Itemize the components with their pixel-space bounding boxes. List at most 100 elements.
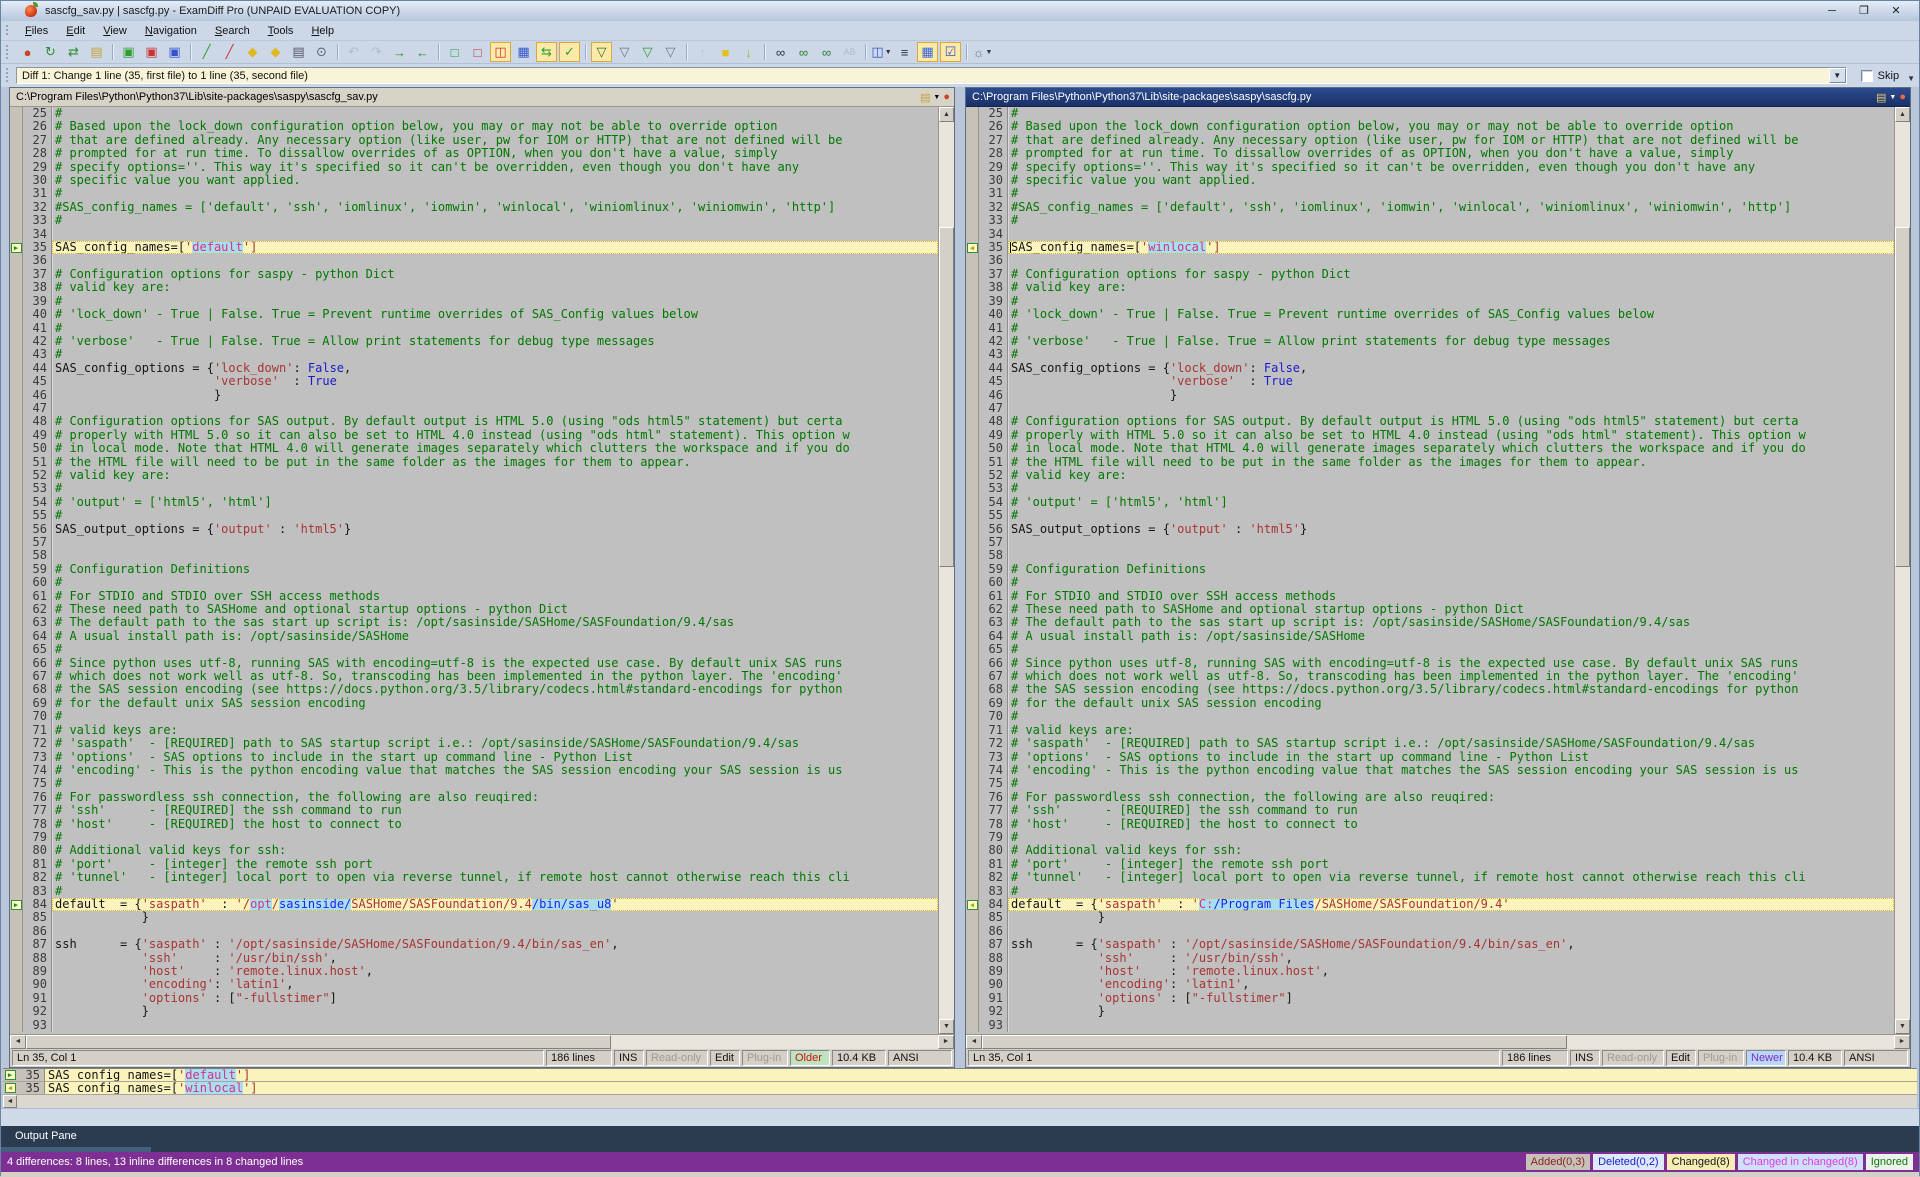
next-diff-button[interactable]: → bbox=[389, 42, 410, 62]
code-line-82[interactable]: 82# 'tunnel' - [integer] local port to o… bbox=[966, 871, 1894, 884]
find-button[interactable]: ∞ bbox=[770, 42, 791, 62]
code-text[interactable]: 'encoding': 'latin1', bbox=[1008, 978, 1894, 991]
code-line-47[interactable]: 47 bbox=[966, 402, 1894, 415]
horizontal-scroll-thumb-right[interactable] bbox=[982, 1035, 1567, 1049]
menu-tools[interactable]: Tools bbox=[259, 23, 303, 39]
diff-pane-line-file2[interactable]: ◀35SAS_config_names=['winlocal'] bbox=[3, 1082, 1917, 1095]
code-line-60[interactable]: 60# bbox=[10, 576, 938, 589]
auto-recompare-button[interactable]: ✓ bbox=[559, 42, 580, 62]
code-line-78[interactable]: 78# 'host' - [REQUIRED] the host to conn… bbox=[10, 818, 938, 831]
code-text[interactable]: # 'host' - [REQUIRED] the host to connec… bbox=[1008, 818, 1894, 831]
code-line-34[interactable]: 34 bbox=[966, 228, 1894, 241]
code-line-27[interactable]: 27# that are defined already. Any necess… bbox=[966, 134, 1894, 147]
code-line-70[interactable]: 70# bbox=[966, 710, 1894, 723]
code-line-48[interactable]: 48# Configuration options for SAS output… bbox=[966, 415, 1894, 428]
code-line-44[interactable]: 44SAS_config_options = {'lock_down': Fal… bbox=[10, 362, 938, 375]
code-text[interactable]: # For passwordless ssh connection, the f… bbox=[52, 791, 938, 804]
code-line-35[interactable]: ▶35SAS_config_names=['default'] bbox=[10, 241, 938, 254]
code-line-64[interactable]: 64# A usual install path is: /opt/sasins… bbox=[966, 630, 1894, 643]
file-dropdown-icon[interactable]: ▼ bbox=[933, 94, 940, 101]
code-line-62[interactable]: 62# These need path to SASHome and optio… bbox=[10, 603, 938, 616]
code-text[interactable]: # Based upon the lock_down configuration… bbox=[1008, 120, 1894, 133]
code-text[interactable]: # 'saspath' - [REQUIRED] path to SAS sta… bbox=[1008, 737, 1894, 750]
code-line-77[interactable]: 77# 'ssh' - [REQUIRED] the ssh command t… bbox=[966, 804, 1894, 817]
code-text[interactable]: ssh = {'saspath' : '/opt/sasinside/SASHo… bbox=[1008, 938, 1894, 951]
code-text[interactable]: # bbox=[1008, 509, 1894, 522]
code-text[interactable]: } bbox=[52, 1005, 938, 1018]
code-line-66[interactable]: 66# Since python uses utf-8, running SAS… bbox=[966, 657, 1894, 670]
copy-right-marker-icon[interactable]: ▶ bbox=[11, 243, 22, 253]
open-files-button[interactable]: ▤ bbox=[86, 42, 107, 62]
minimize-button[interactable]: ─ bbox=[1821, 4, 1843, 19]
code-text[interactable]: # For passwordless ssh connection, the f… bbox=[1008, 791, 1894, 804]
compare-button[interactable]: ● bbox=[17, 42, 38, 62]
code-text[interactable]: # 'lock_down' - True | False. True = Pre… bbox=[52, 308, 938, 321]
code-line-85[interactable]: 85 } bbox=[966, 911, 1894, 924]
menu-help[interactable]: Help bbox=[302, 23, 343, 39]
code-text[interactable]: # bbox=[52, 710, 938, 723]
code-text[interactable]: # These need path to SASHome and optiona… bbox=[1008, 603, 1894, 616]
code-line-47[interactable]: 47 bbox=[10, 402, 938, 415]
skip-checkbox[interactable] bbox=[1861, 70, 1873, 82]
code-text[interactable]: # 'tunnel' - [integer] local port to ope… bbox=[1008, 871, 1894, 884]
code-line-90[interactable]: 90 'encoding': 'latin1', bbox=[966, 978, 1894, 991]
code-text[interactable]: SAS_output_options = {'output' : 'html5'… bbox=[52, 523, 938, 536]
vertical-scrollbar-left[interactable]: ▲ ▼ bbox=[938, 107, 954, 1034]
code-line-89[interactable]: 89 'host' : 'remote.linux.host', bbox=[966, 965, 1894, 978]
code-text[interactable]: # 'encoding' - This is the python encodi… bbox=[52, 764, 938, 777]
second-file-path-header[interactable]: C:\Program Files\Python\Python37\Lib\sit… bbox=[966, 88, 1910, 107]
code-text[interactable]: # specify options=''. This way it's spec… bbox=[52, 161, 938, 174]
code-text[interactable]: # bbox=[52, 107, 938, 120]
close-button[interactable]: ✕ bbox=[1885, 4, 1907, 19]
code-line-69[interactable]: 69# for the default unix SAS session enc… bbox=[966, 697, 1894, 710]
code-line-49[interactable]: 49# properly with HTML 5.0 so it can als… bbox=[10, 429, 938, 442]
code-text[interactable]: # the SAS session encoding (see https://… bbox=[52, 683, 938, 696]
code-line-80[interactable]: 80# Additional valid keys for ssh: bbox=[966, 844, 1894, 857]
diff-pane-scrollbar[interactable]: ◄ bbox=[3, 1095, 1917, 1108]
copy-left-marker-icon[interactable]: ◀ bbox=[5, 1083, 16, 1093]
code-line-86[interactable]: 86 bbox=[10, 925, 938, 938]
show-identical-button[interactable]: □ bbox=[444, 42, 465, 62]
code-line-57[interactable]: 57 bbox=[10, 536, 938, 549]
code-line-54[interactable]: 54# 'output' = ['html5', 'html'] bbox=[966, 496, 1894, 509]
code-text[interactable]: 'ssh' : '/usr/bin/ssh', bbox=[1008, 952, 1894, 965]
settings-button[interactable]: ☼▼ bbox=[972, 42, 993, 62]
code-line-70[interactable]: 70# bbox=[10, 710, 938, 723]
toolbar-grip[interactable] bbox=[5, 44, 10, 59]
code-line-91[interactable]: 91 'options' : ["-fullstimer"] bbox=[966, 992, 1894, 1005]
code-text[interactable]: # The default path to the sas start up s… bbox=[52, 616, 938, 629]
code-line-41[interactable]: 41# bbox=[10, 322, 938, 335]
redo-button[interactable]: ↷ bbox=[366, 42, 387, 62]
code-line-76[interactable]: 76# For passwordless ssh connection, the… bbox=[966, 791, 1894, 804]
code-line-26[interactable]: 26# Based upon the lock_down configurati… bbox=[966, 120, 1894, 133]
scroll-up-icon[interactable]: ▲ bbox=[1895, 107, 1910, 122]
menu-search[interactable]: Search bbox=[206, 23, 259, 39]
code-line-61[interactable]: 61# For STDIO and STDIO over SSH access … bbox=[966, 590, 1894, 603]
show-left-only-button[interactable]: □ bbox=[467, 42, 488, 62]
code-line-63[interactable]: 63# The default path to the sas start up… bbox=[10, 616, 938, 629]
code-line-75[interactable]: 75# bbox=[10, 777, 938, 790]
code-text[interactable]: # bbox=[52, 576, 938, 589]
code-text[interactable]: } bbox=[1008, 911, 1894, 924]
code-line-33[interactable]: 33# bbox=[10, 214, 938, 227]
code-line-50[interactable]: 50# in local mode. Note that HTML 4.0 wi… bbox=[10, 442, 938, 455]
scroll-right-icon[interactable]: ► bbox=[938, 1035, 954, 1049]
code-text[interactable]: # bbox=[1008, 187, 1894, 200]
code-line-42[interactable]: 42# 'verbose' - True | False. True = All… bbox=[10, 335, 938, 348]
code-text[interactable]: # bbox=[52, 482, 938, 495]
menu-files[interactable]: Files bbox=[16, 23, 57, 39]
code-line-51[interactable]: 51# the HTML file will need to be put in… bbox=[10, 456, 938, 469]
show-all-button[interactable]: ▦ bbox=[513, 42, 534, 62]
code-text[interactable]: # 'ssh' - [REQUIRED] the ssh command to … bbox=[52, 804, 938, 817]
code-line-37[interactable]: 37# Configuration options for saspy - py… bbox=[10, 268, 938, 281]
code-text[interactable]: # specific value you want applied. bbox=[1008, 174, 1894, 187]
file-options-icon[interactable]: ▤ bbox=[920, 91, 930, 104]
code-line-69[interactable]: 69# for the default unix SAS session enc… bbox=[10, 697, 938, 710]
code-text[interactable]: } bbox=[1008, 389, 1894, 402]
code-text[interactable]: # valid key are: bbox=[52, 281, 938, 294]
code-text[interactable] bbox=[1008, 536, 1894, 549]
vertical-scrollbar-right[interactable]: ▲ ▼ bbox=[1894, 107, 1910, 1034]
code-line-28[interactable]: 28# prompted for at run time. To dissall… bbox=[10, 147, 938, 160]
code-line-27[interactable]: 27# that are defined already. Any necess… bbox=[10, 134, 938, 147]
code-text[interactable]: #SAS_config_names = ['default', 'ssh', '… bbox=[52, 201, 938, 214]
